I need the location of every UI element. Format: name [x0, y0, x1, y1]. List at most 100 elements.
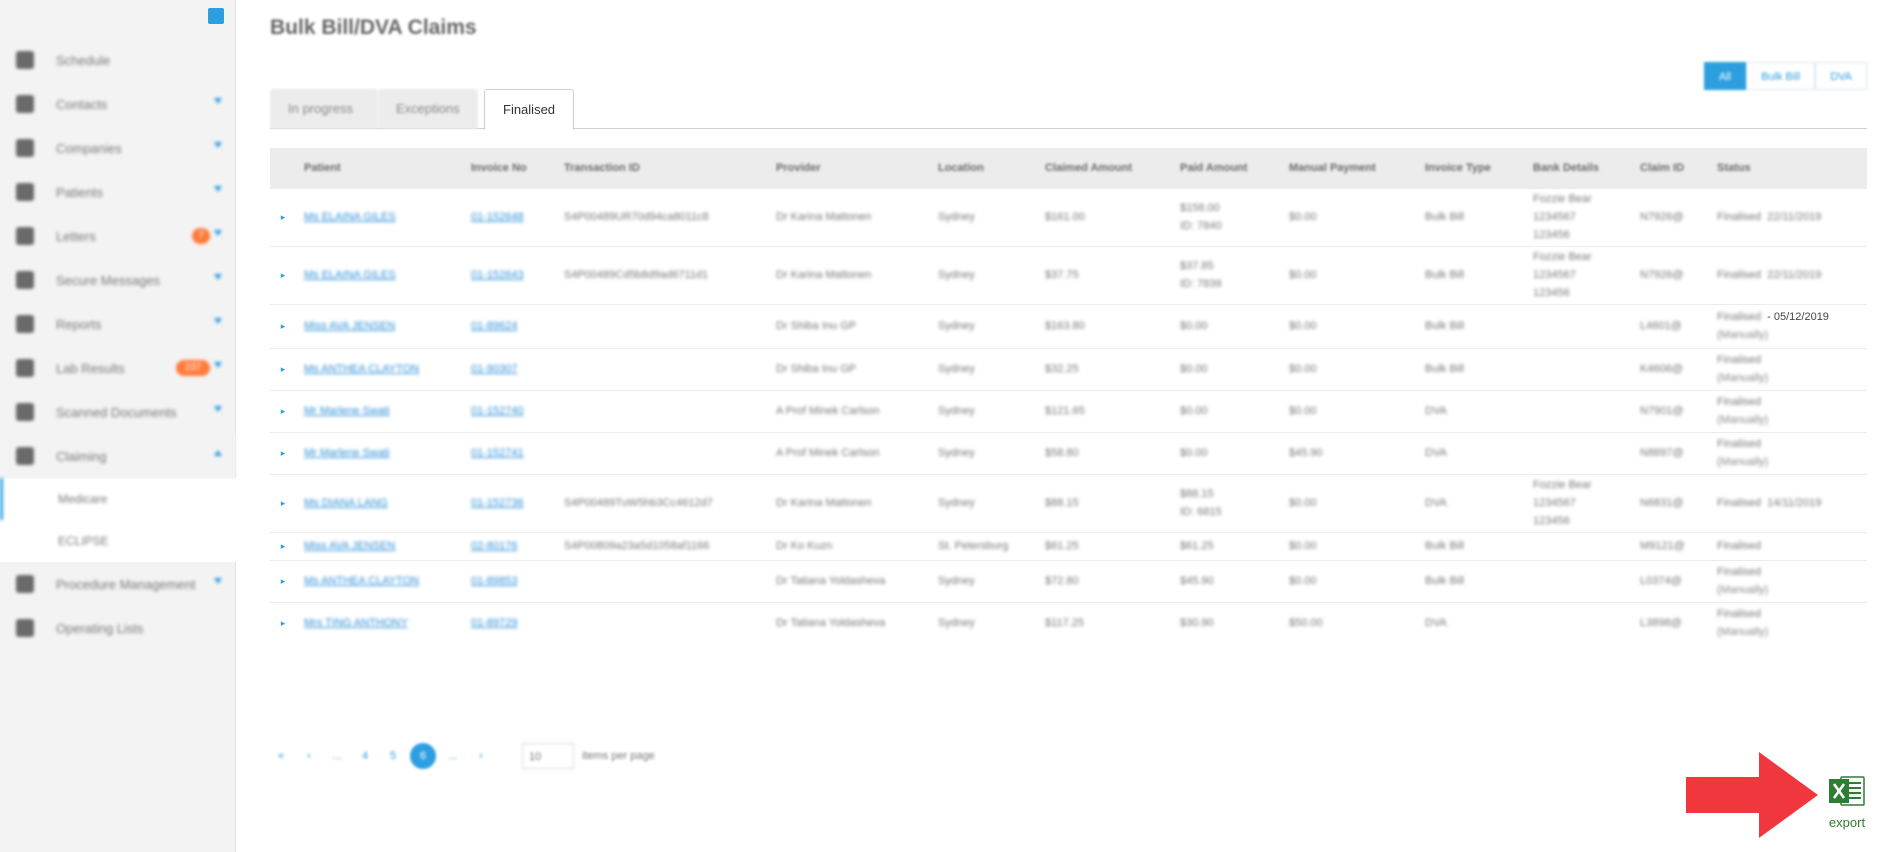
expand-row-icon[interactable]: ▸: [270, 431, 296, 474]
invoice-link-cell: 01-152740: [463, 389, 556, 432]
sidebar-item-contacts[interactable]: Contacts: [0, 82, 236, 126]
chevron-down-icon[interactable]: [214, 142, 222, 148]
table-row[interactable]: ▸ Ms ELAINA GILES 01-152643 S4P00489Cd5b8d9…: [270, 245, 1867, 304]
chevron-down-icon[interactable]: [214, 362, 222, 368]
bank-details-cell: [1525, 303, 1632, 348]
sidebar-item-letters[interactable]: Letters 7: [0, 214, 236, 258]
sidebar-subitem-eclipse[interactable]: ECLIPSE: [0, 520, 236, 562]
column-header-claimed-amount[interactable]: Claimed Amount: [1037, 148, 1172, 188]
filter-all-button[interactable]: All: [1703, 62, 1747, 90]
sidebar-subitem-medicare[interactable]: Medicare: [0, 478, 236, 520]
invoice-link[interactable]: 02-80176: [471, 540, 518, 552]
expand-row-icon[interactable]: ▸: [270, 303, 296, 348]
invoice-link[interactable]: 01-152740: [471, 405, 524, 417]
table-row[interactable]: ▸ Ms DIANA LANG 01-152736 S4P00489TuW5hb3Cc…: [270, 473, 1867, 532]
patient-link[interactable]: Mrs TING ANTHONY: [304, 617, 408, 629]
column-header-invoice-no[interactable]: Invoice No: [463, 148, 556, 188]
expand-row-icon[interactable]: ▸: [270, 473, 296, 532]
sidebar-toggle-button[interactable]: [208, 8, 224, 24]
table-row[interactable]: ▸ Mr Marlene Swati 01-152740 A Prof Minek C…: [270, 389, 1867, 432]
chevron-down-icon[interactable]: [214, 186, 222, 192]
page-button-6[interactable]: ...: [442, 745, 464, 767]
claimed-amount-cell: $37.75: [1037, 245, 1172, 304]
column-header-paid-amount[interactable]: Paid Amount: [1172, 148, 1281, 188]
expand-row-icon[interactable]: ▸: [270, 601, 296, 644]
invoice-link[interactable]: 01-89853: [471, 575, 518, 587]
page-button-7[interactable]: ›: [470, 745, 492, 767]
invoice-link[interactable]: 01-152736: [471, 497, 524, 509]
column-header-location[interactable]: Location: [930, 148, 1037, 188]
column-header-transaction-id[interactable]: Transaction ID: [556, 148, 768, 188]
invoice-link[interactable]: 01-90307: [471, 363, 518, 375]
column-header-patient[interactable]: Patient: [296, 148, 463, 188]
chevron-up-icon[interactable]: [214, 450, 222, 456]
expand-row-icon[interactable]: ▸: [270, 559, 296, 602]
expand-row-icon[interactable]: ▸: [270, 389, 296, 432]
sidebar-item-reports[interactable]: Reports: [0, 302, 236, 346]
table-row[interactable]: ▸ Miss AVA JENSEN 02-80176 S4P00809a23a5d10…: [270, 531, 1867, 560]
chevron-down-icon[interactable]: [214, 274, 222, 280]
patient-link[interactable]: Ms ELAINA GILES: [304, 269, 396, 281]
sidebar-item-patients[interactable]: Patients: [0, 170, 236, 214]
table-row[interactable]: ▸ Ms ELAINA GILES 01-152648 S4P00489UR70d94…: [270, 187, 1867, 246]
patient-link[interactable]: Mr Marlene Swati: [304, 447, 390, 459]
sidebar-item-companies[interactable]: Companies: [0, 126, 236, 170]
items-per-page-select[interactable]: 10: [522, 743, 574, 769]
page-button-3[interactable]: 4: [354, 745, 376, 767]
table-row[interactable]: ▸ Mr Marlene Swati 01-152741 A Prof Minek C…: [270, 431, 1867, 474]
expand-row-icon[interactable]: ▸: [270, 187, 296, 246]
chevron-down-icon[interactable]: [214, 406, 222, 412]
patient-link[interactable]: Ms ANTHEA CLAYTON: [304, 575, 419, 587]
patient-link[interactable]: Miss AVA JENSEN: [304, 320, 395, 332]
table-row[interactable]: ▸ Miss AVA JENSEN 01-89624 Dr Shiba Inu GP S…: [270, 303, 1867, 348]
filter-bulk-bill-button[interactable]: Bulk Bill: [1746, 62, 1816, 90]
chevron-down-icon[interactable]: [214, 318, 222, 324]
page-button-0[interactable]: «: [270, 745, 292, 767]
patient-link[interactable]: Miss AVA JENSEN: [304, 540, 395, 552]
column-header-manual-payment[interactable]: Manual Payment: [1281, 148, 1417, 188]
column-header-status[interactable]: Status: [1709, 148, 1867, 188]
sidebar-item-operating-lists[interactable]: Operating Lists: [0, 606, 236, 650]
invoice-link[interactable]: 01-152643: [471, 269, 524, 281]
chevron-down-icon[interactable]: [214, 230, 222, 236]
status-date: - 05/12/2019: [1767, 311, 1829, 323]
sidebar-item-scanned-documents[interactable]: Scanned Documents: [0, 390, 236, 434]
patient-link[interactable]: Ms ELAINA GILES: [304, 211, 396, 223]
patient-link[interactable]: Ms DIANA LANG: [304, 497, 388, 509]
page-button-1[interactable]: ‹: [298, 745, 320, 767]
invoice-link[interactable]: 01-89729: [471, 617, 518, 629]
sidebar-item-label: Secure Messages: [56, 272, 161, 288]
sidebar-item-secure-messages[interactable]: Secure Messages: [0, 258, 236, 302]
export-button[interactable]: export: [1825, 775, 1869, 830]
sidebar-item-schedule[interactable]: Schedule: [0, 38, 236, 82]
table-row[interactable]: ▸ Ms ANTHEA CLAYTON 01-90307 Dr Shiba Inu G…: [270, 347, 1867, 390]
sidebar-item-claiming[interactable]: Claiming: [0, 434, 236, 478]
invoice-link[interactable]: 01-152741: [471, 447, 524, 459]
patient-link[interactable]: Ms ANTHEA CLAYTON: [304, 363, 419, 375]
table-row[interactable]: ▸ Mrs TING ANTHONY 01-89729 Dr Tatiana Yold…: [270, 601, 1867, 644]
sidebar-item-label: Contacts: [56, 96, 108, 112]
expand-row-icon[interactable]: ▸: [270, 531, 296, 560]
table-row[interactable]: ▸ Ms ANTHEA CLAYTON 01-89853 Dr Tatiana Yol…: [270, 559, 1867, 602]
tab-in-progress[interactable]: In progress: [270, 89, 378, 129]
column-header-bank-details[interactable]: Bank Details: [1525, 148, 1632, 188]
filter-dva-button[interactable]: DVA: [1815, 62, 1867, 90]
chevron-down-icon[interactable]: [214, 578, 222, 584]
column-header-invoice-type[interactable]: Invoice Type: [1417, 148, 1525, 188]
chevron-down-icon[interactable]: [214, 98, 222, 104]
sidebar-item-procedure-management[interactable]: Procedure Management: [0, 562, 236, 606]
tab-exceptions[interactable]: Exceptions: [378, 89, 478, 129]
invoice-link[interactable]: 01-89624: [471, 320, 518, 332]
patient-link[interactable]: Mr Marlene Swati: [304, 405, 390, 417]
expand-row-icon[interactable]: ▸: [270, 245, 296, 304]
sidebar-item-lab-results[interactable]: Lab Results 237: [0, 346, 236, 390]
expand-row-icon[interactable]: ▸: [270, 347, 296, 390]
page-button-5[interactable]: 6: [410, 743, 436, 769]
page-button-2[interactable]: ...: [326, 745, 348, 767]
tab-finalised[interactable]: Finalised: [484, 89, 574, 130]
column-header-claim-id[interactable]: Claim ID: [1632, 148, 1709, 188]
page-button-4[interactable]: 5: [382, 745, 404, 767]
provider-name: A Prof Minek Carlson: [776, 447, 880, 459]
column-header-provider[interactable]: Provider: [768, 148, 930, 188]
invoice-link[interactable]: 01-152648: [471, 211, 524, 223]
